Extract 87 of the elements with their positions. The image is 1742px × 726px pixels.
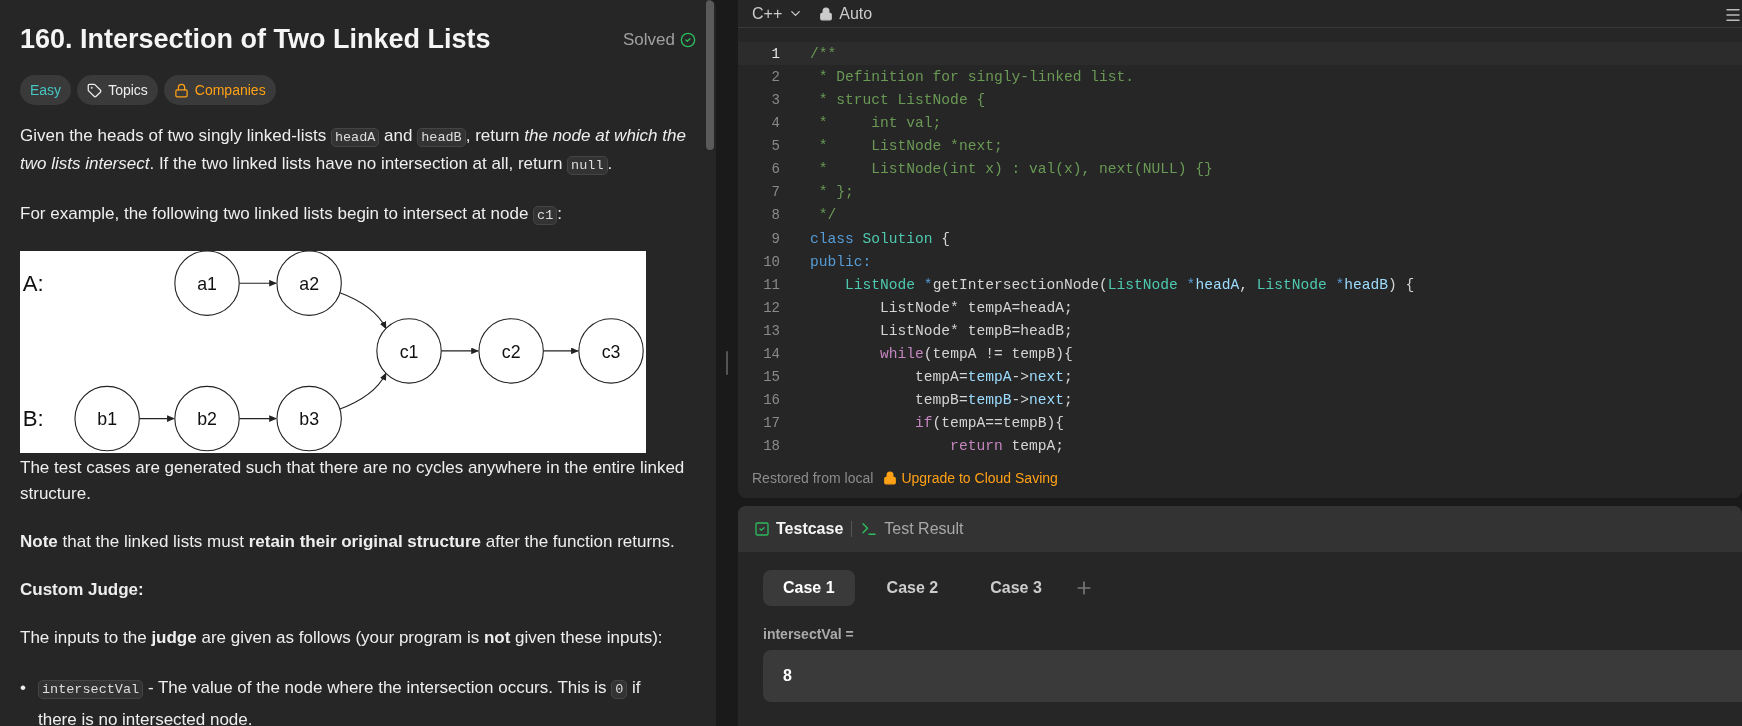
line-number: 11: [762, 276, 780, 293]
line-number: 10: [762, 253, 780, 270]
difficulty-badge: Easy: [20, 75, 72, 105]
line-number: 8: [770, 207, 780, 224]
code-line: tempB=tempB->next;: [914, 392, 1073, 409]
list-node: c3: [578, 318, 644, 384]
code-line: * Definition for singly-linked list.: [817, 68, 1135, 85]
arrow: [337, 291, 387, 330]
arrow: [238, 279, 277, 287]
line-number: 2: [770, 68, 780, 85]
input-field[interactable]: 8: [763, 650, 1742, 702]
language-dropdown[interactable]: C++: [752, 4, 804, 23]
code-line: * int val;: [817, 115, 942, 132]
code-line: * struct ListNode {: [817, 92, 986, 108]
list-node: b3: [276, 385, 342, 452]
line-number: 13: [762, 322, 780, 339]
problem-title: 160. Intersection of Two Linked Lists: [20, 24, 491, 55]
paragraph: For example, the following two linked lists begin to intersect at node c1 :: [20, 203, 564, 227]
line-number: 3: [770, 92, 780, 108]
arrow: [138, 415, 175, 422]
case-tab[interactable]: Case 2: [866, 570, 959, 606]
upgrade-link[interactable]: Upgrade to Cloud Saving: [883, 470, 1058, 486]
list-label: B:: [22, 406, 44, 432]
line-number: 16: [762, 392, 780, 409]
list-node: c1: [376, 318, 442, 384]
tag-icon: [87, 82, 103, 98]
paragraph: Custom Judge:: [20, 579, 145, 601]
arrow: [337, 372, 387, 411]
panel-tab[interactable]: Testcase: [754, 520, 844, 538]
code-line: if(tempA==tempB){: [914, 415, 1064, 432]
topics-button[interactable]: Topics: [77, 75, 158, 105]
bullet-item: intersectVal - The value of the node where the intersection occurs. This is 0 if there is no intersected node.: [37, 677, 642, 726]
case-tab[interactable]: Case 1: [763, 570, 855, 606]
code-line: while(tempA != tempB){: [879, 346, 1073, 363]
list-node: c2: [478, 318, 544, 384]
companies-button[interactable]: Companies: [163, 75, 276, 105]
terminal-icon: [860, 520, 879, 538]
lock-icon: [819, 6, 834, 21]
paragraph: Note that the linked lists must retain their original structure after the function returns.: [20, 531, 676, 553]
paragraph: The inputs to the judge are given as follows (your program is not given these inputs):: [20, 627, 664, 649]
line-number: 1: [770, 45, 780, 62]
resize-handle[interactable]: [726, 351, 728, 375]
lock-icon: [883, 471, 898, 485]
line-number: 9: [770, 230, 780, 247]
code-line: * ListNode(int x) : val(x), next(NULL) {}: [817, 161, 1213, 178]
code-line: public:: [810, 253, 872, 270]
case-tab[interactable]: Case 3: [970, 570, 1062, 606]
check-circle-icon: [680, 31, 696, 48]
menu-icon[interactable]: [1724, 6, 1742, 24]
panel-tab[interactable]: Test Result: [860, 520, 964, 538]
code-line: ListNode* tempA=headA;: [879, 299, 1073, 316]
line-number: 18: [762, 438, 780, 455]
code-line: ListNode *getIntersectionNode(ListNode *headA, ListNode *headB) {: [844, 276, 1415, 293]
lock-icon: [173, 82, 189, 98]
checkbox-icon: [754, 521, 770, 537]
list-node: b2: [174, 385, 240, 452]
line-number: 17: [762, 415, 780, 432]
code-line: /**: [810, 45, 837, 62]
input-label: intersectVal =: [762, 625, 855, 644]
code-line: class Solution {: [810, 230, 951, 247]
solved-status: Solved: [623, 29, 696, 50]
paragraph: The test cases are generated such that there are no cycles anywhere in the entire linked structure.: [20, 457, 686, 505]
arrow: [542, 347, 579, 355]
list-label: A:: [22, 270, 44, 296]
code-line: * };: [817, 184, 854, 201]
code-line: */: [817, 207, 837, 224]
line-number: 12: [762, 299, 780, 316]
code-line: * ListNode *next;: [817, 138, 1003, 155]
list-node: b1: [74, 385, 140, 452]
line-number: 6: [770, 161, 780, 178]
code-line: ListNode* tempB=headB;: [879, 322, 1073, 339]
line-number: 5: [770, 138, 780, 155]
scrollbar[interactable]: [706, 0, 714, 150]
arrow: [238, 415, 277, 422]
line-number: 14: [762, 346, 780, 363]
paragraph: Given the heads of two singly linked-lists headA and headB , return the node at which the two lists intersect. If the two linked lists have no intersection at all, return null .: [20, 125, 687, 177]
save-status: Restored from local: [752, 470, 874, 486]
arrow: [440, 347, 479, 355]
line-number: 7: [770, 184, 780, 201]
line-number: 4: [770, 115, 780, 132]
auto-mode: Auto: [819, 4, 873, 23]
code-line: return tempA;: [949, 438, 1064, 455]
list-node: a2: [276, 251, 342, 316]
code-line: tempA=tempA->next;: [914, 369, 1073, 386]
list-node: a1: [174, 251, 240, 316]
line-number: 15: [762, 369, 780, 386]
bullet-marker: •: [20, 677, 26, 699]
